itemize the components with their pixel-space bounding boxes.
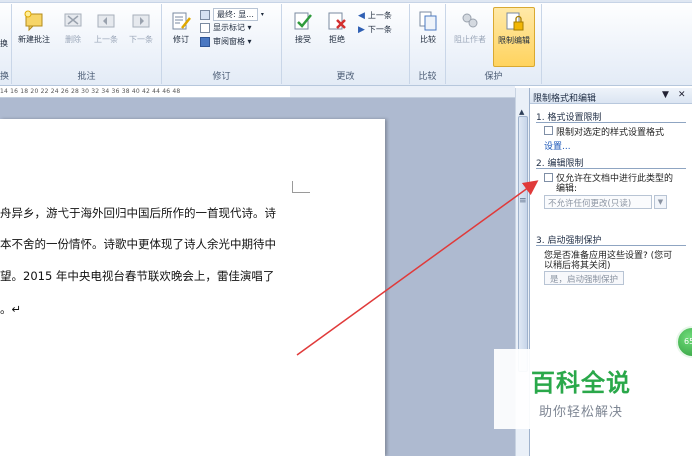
review-pane-button[interactable]: 审阅窗格 ▾: [200, 36, 252, 47]
tracking-group-label: 修订: [212, 72, 231, 82]
scroll-up-icon[interactable]: ▲: [519, 108, 524, 116]
section-divider: [536, 122, 686, 123]
protect-group-label: 保护: [484, 72, 503, 82]
watermark-subtitle: 助你轻松解决: [538, 405, 623, 420]
pane-title: 限制格式和编辑: [533, 94, 597, 104]
ribbon-group-tracking: 修订 最终: 显... ▾ 显示标记 ▾ 审阅窗格 ▾ 修订: [162, 4, 282, 84]
start-enforcing-button[interactable]: 是，启动强制保护: [544, 271, 625, 285]
new-comment-label: 新建批注: [18, 35, 50, 44]
final-display-label: 最终: 显...: [213, 8, 258, 21]
prev-change-button[interactable]: ◀ 上一条: [358, 10, 392, 21]
accept-icon: [294, 12, 312, 30]
document-page[interactable]: 舟异乡，游弋于海外回归中国后所作的一首现代诗。诗 本不舍的一份情怀。诗歌中更体现…: [0, 119, 385, 456]
track-changes-icon: [172, 12, 191, 30]
block-authors-button[interactable]: 阻止作者: [450, 10, 490, 45]
ribbon-group-protect: 阻止作者 限制编辑 保护: [446, 4, 542, 84]
pane-options-icon[interactable]: ▼: [662, 90, 669, 100]
limit-formatting-checkbox[interactable]: [544, 126, 553, 135]
delete-comment-icon: [64, 13, 82, 27]
next-change-icon: ▶: [358, 24, 365, 35]
reject-label: 拒绝: [329, 35, 345, 44]
next-comment-label: 下一条: [129, 35, 153, 44]
display-markup-icon: [200, 9, 210, 20]
document-line-3: 望。2015 年中央电视台春节联欢晚会上，雷佳演唱了: [0, 269, 275, 283]
ruler-numbers: 14 16 18 20 22 24 26 28 30 32 34 36 38 4…: [0, 88, 181, 95]
prev-comment-icon: [97, 14, 115, 28]
close-icon[interactable]: ✕: [678, 90, 686, 100]
block-authors-icon: [462, 13, 478, 28]
scrollbar-thumb[interactable]: [518, 116, 528, 372]
accept-button[interactable]: 接受: [288, 10, 318, 45]
section-divider: [536, 245, 686, 246]
allow-editing-label-line2: 编辑:: [556, 184, 578, 194]
compare-group-label: 比较: [418, 72, 437, 82]
partial-group-label: 换: [0, 72, 10, 82]
restrict-editing-icon: [506, 12, 524, 31]
ribbon: 换 换 新建批注 删除 上一条 下一条 批注 修订 最终: 显... ▾ 显示标…: [0, 0, 692, 86]
delete-label: 删除: [65, 35, 81, 44]
restrict-editing-button[interactable]: 限制编辑: [493, 7, 535, 67]
review-pane-icon: [200, 36, 210, 47]
next-comment-icon: [132, 14, 150, 28]
changes-group-label: 更改: [336, 72, 355, 82]
reject-icon: [328, 12, 346, 30]
compare-icon: [419, 11, 437, 31]
track-changes-button[interactable]: 修订: [166, 10, 196, 45]
ribbon-group-partial: 换 换: [0, 4, 12, 84]
show-markup-icon: [200, 22, 210, 33]
watermark-title: 百科全说: [531, 369, 631, 397]
document-line-4: 。↵: [0, 302, 22, 316]
settings-link[interactable]: 设置...: [544, 139, 571, 152]
enforce-question-line2: 以稍后将其关闭): [544, 261, 611, 271]
comments-group-label: 批注: [77, 72, 96, 82]
scroll-grip-icon: ≡: [519, 196, 527, 206]
partial-button-label[interactable]: 换: [0, 38, 8, 49]
restrict-editing-label: 限制编辑: [498, 36, 530, 45]
ribbon-group-changes: 接受 拒绝 ◀ 上一条 ▶ 下一条 更改: [282, 4, 410, 84]
pane-header: 限制格式和编辑 ▼ ✕: [530, 88, 692, 104]
prev-change-label: 上一条: [367, 11, 392, 20]
reject-button[interactable]: 拒绝: [322, 10, 352, 45]
page-corner-mark: [292, 181, 310, 193]
track-changes-label: 修订: [173, 35, 189, 44]
next-comment-button[interactable]: 下一条: [124, 10, 158, 45]
next-change-label: 下一条: [367, 25, 392, 34]
prev-comment-label: 上一条: [94, 35, 118, 44]
ribbon-group-comments: 新建批注 删除 上一条 下一条 批注: [12, 4, 162, 84]
chevron-down-icon: ▾: [260, 11, 264, 18]
final-display-dropdown[interactable]: 最终: 显... ▾: [200, 8, 264, 21]
chevron-down-icon[interactable]: ▼: [654, 195, 667, 209]
compare-button[interactable]: 比较: [414, 10, 442, 45]
watermark: 百科全说 助你轻松解决: [494, 349, 668, 429]
limit-formatting-label: 限制对选定的样式设置格式: [556, 128, 665, 138]
review-pane-label: 审阅窗格 ▾: [213, 37, 252, 46]
new-comment-icon: [24, 10, 43, 32]
section-divider: [536, 168, 686, 169]
new-comment-button[interactable]: 新建批注: [14, 10, 54, 45]
ribbon-top-border: [0, 0, 692, 3]
compare-label: 比较: [420, 35, 436, 44]
document-line-1: 舟异乡，游弋于海外回归中国后所作的一首现代诗。诗: [0, 206, 276, 220]
accept-label: 接受: [295, 35, 311, 44]
horizontal-ruler: 14 16 18 20 22 24 26 28 30 32 34 36 38 4…: [0, 86, 515, 98]
allow-editing-type-checkbox[interactable]: [544, 173, 553, 182]
editing-type-dropdown[interactable]: 不允许任何更改(只读): [544, 195, 652, 209]
document-line-2: 本不舍的一份情怀。诗歌中更体现了诗人余光中期待中: [0, 237, 276, 251]
prev-change-icon: ◀: [358, 10, 365, 21]
delete-comment-button[interactable]: 删除: [60, 10, 86, 45]
show-markup-label: 显示标记 ▾: [213, 23, 252, 32]
ribbon-group-compare: 比较 比较: [410, 4, 446, 84]
next-change-button[interactable]: ▶ 下一条: [358, 24, 392, 35]
show-markup-button[interactable]: 显示标记 ▾: [200, 22, 252, 33]
prev-comment-button[interactable]: 上一条: [90, 10, 122, 45]
block-authors-label: 阻止作者: [454, 35, 486, 44]
